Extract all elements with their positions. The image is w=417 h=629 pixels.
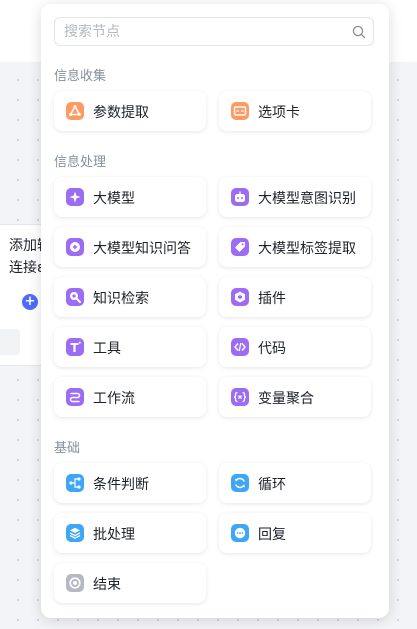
node-llm[interactable]: 大模型 [54, 177, 206, 217]
node-label: 插件 [258, 291, 286, 307]
knowledge-search-icon [66, 288, 84, 306]
node-label: 工具 [93, 341, 121, 357]
node-end[interactable]: 结束 [54, 563, 206, 603]
loop-icon [231, 474, 249, 492]
reply-icon [231, 524, 249, 542]
node-label: 知识检索 [93, 291, 149, 307]
tool-icon [66, 338, 84, 356]
batch-icon [66, 524, 84, 542]
option-card-icon [231, 102, 249, 120]
node-llm-knowledge-qa[interactable]: 大模型知识问答 [54, 227, 206, 267]
end-icon [66, 574, 84, 592]
node-label: 循环 [258, 477, 286, 493]
workflow-icon [66, 388, 84, 406]
search-input[interactable] [55, 18, 344, 45]
node-label: 批处理 [93, 527, 135, 543]
node-llm-intent[interactable]: 大模型意图识别 [219, 177, 371, 217]
parameter-extract-icon [66, 102, 84, 120]
search-box[interactable] [54, 17, 374, 46]
node-label: 回复 [258, 527, 286, 543]
node-parameter-extract[interactable]: 参数提取 [54, 91, 206, 131]
node-code[interactable]: 代码 [219, 327, 371, 367]
knowledge-qa-icon [66, 238, 84, 256]
node-label: 大模型意图识别 [258, 191, 356, 207]
background-node-text-2: 连接ε [9, 260, 45, 276]
node-label: 工作流 [93, 391, 135, 407]
add-node-plus-icon[interactable]: + [22, 294, 38, 310]
node-label: 参数提取 [93, 105, 149, 121]
section-title-info-process: 信息处理 [54, 155, 107, 170]
node-label: 代码 [258, 341, 286, 357]
code-icon [231, 338, 249, 356]
node-workflow[interactable]: 工作流 [54, 377, 206, 417]
robot-icon [231, 188, 249, 206]
background-node-field [0, 329, 20, 355]
tag-icon [231, 238, 249, 256]
node-label: 大模型标签提取 [258, 241, 356, 257]
plugin-icon [231, 288, 249, 306]
node-label: 变量聚合 [258, 391, 314, 407]
node-label: 大模型知识问答 [93, 241, 191, 257]
sparkle-icon [66, 188, 84, 206]
node-loop[interactable]: 循环 [219, 463, 371, 503]
node-variable-aggregate[interactable]: 变量聚合 [219, 377, 371, 417]
node-label: 选项卡 [258, 105, 300, 121]
node-llm-tag-extract[interactable]: 大模型标签提取 [219, 227, 371, 267]
node-plugin[interactable]: 插件 [219, 277, 371, 317]
node-reply[interactable]: 回复 [219, 513, 371, 553]
node-label: 结束 [93, 577, 121, 593]
condition-icon [66, 474, 84, 492]
node-label: 条件判断 [93, 477, 149, 493]
variable-aggregate-icon [231, 388, 249, 406]
node-knowledge-search[interactable]: 知识检索 [54, 277, 206, 317]
node-condition[interactable]: 条件判断 [54, 463, 206, 503]
node-picker-panel: 信息收集 参数提取 选项卡 信息处理 大模型 大模型意图识别 大模型知识问答 [41, 4, 389, 618]
node-batch[interactable]: 批处理 [54, 513, 206, 553]
section-title-info-collect: 信息收集 [54, 69, 107, 84]
search-icon[interactable] [352, 25, 366, 39]
node-tool[interactable]: 工具 [54, 327, 206, 367]
node-label: 大模型 [93, 191, 135, 207]
node-option-card[interactable]: 选项卡 [219, 91, 371, 131]
section-title-basic: 基础 [54, 441, 81, 456]
